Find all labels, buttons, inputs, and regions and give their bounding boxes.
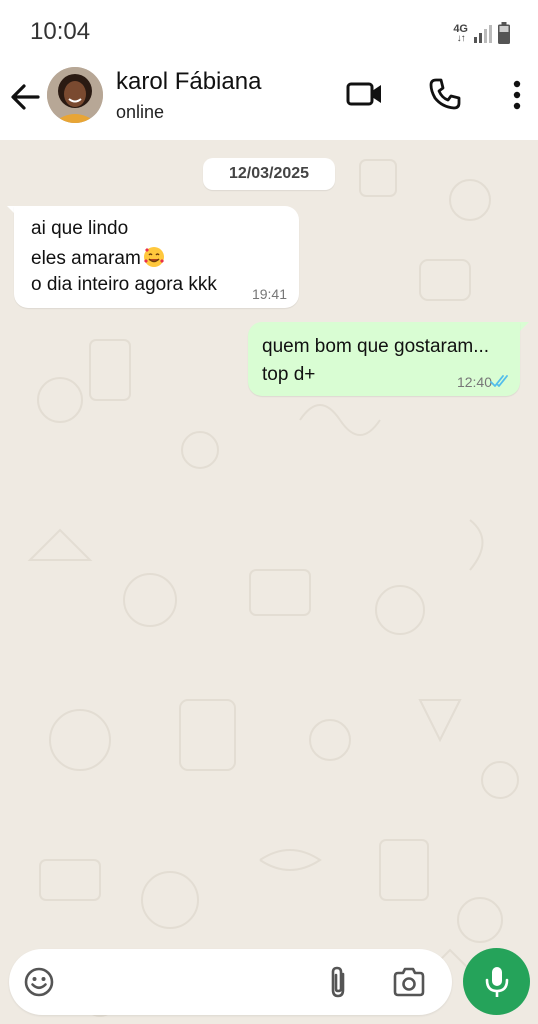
- message-text-line: top d+: [262, 364, 316, 385]
- outgoing-message-bubble[interactable]: quem bom que gostaram... top d+ 12:40: [248, 322, 520, 396]
- contact-status: online: [116, 102, 165, 122]
- attach-icon[interactable]: [323, 964, 353, 1000]
- contact-name[interactable]: karol Fábiana: [116, 68, 261, 96]
- message-input[interactable]: [67, 961, 307, 1003]
- chat-area[interactable]: 12/03/2025 ai que lindo eles amaram o di…: [0, 140, 538, 1024]
- more-options-icon[interactable]: [505, 78, 529, 112]
- status-icons: 4G ↓↑: [453, 20, 510, 44]
- message-time: 12:40: [456, 374, 492, 390]
- back-arrow-icon[interactable]: [8, 80, 42, 114]
- video-call-icon[interactable]: [346, 78, 384, 110]
- status-time: 10:04: [30, 18, 91, 45]
- message-text-line: o dia inteiro agora kkk: [31, 274, 217, 295]
- camera-icon[interactable]: [392, 967, 426, 997]
- message-time: 19:41: [251, 286, 287, 302]
- message-text-line: ai que lindo: [31, 218, 129, 239]
- emoji-icon[interactable]: [23, 966, 55, 998]
- avatar[interactable]: [47, 67, 103, 123]
- chat-header: karol Fábiana online: [0, 62, 538, 140]
- battery-icon: [498, 22, 510, 44]
- signal-icon: [474, 25, 492, 43]
- network-4g-icon: 4G ↓↑: [453, 23, 468, 44]
- message-text-line: quem bom que gostaram...: [262, 336, 490, 357]
- incoming-message-bubble[interactable]: ai que lindo eles amaram o dia inteiro a…: [14, 206, 299, 308]
- mic-icon: [485, 966, 508, 997]
- message-text: eles amaram: [31, 248, 141, 269]
- message-composer: [9, 949, 452, 1015]
- status-bar: 10:04 4G ↓↑: [0, 0, 538, 62]
- mic-button[interactable]: [463, 948, 530, 1015]
- date-chip: 12/03/2025: [203, 158, 335, 190]
- phone-call-icon[interactable]: [428, 77, 462, 111]
- read-ticks-icon: [490, 375, 508, 387]
- message-text-line: eles amaram: [31, 246, 165, 270]
- smiling-face-with-hearts-icon: [143, 247, 164, 267]
